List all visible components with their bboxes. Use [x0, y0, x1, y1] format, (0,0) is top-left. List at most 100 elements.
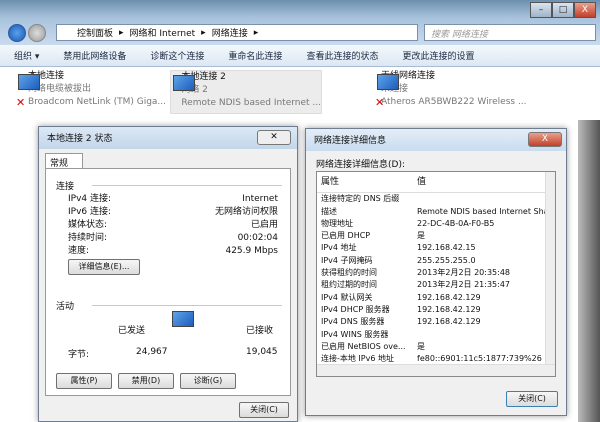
dialog-close-button[interactable]: X	[528, 132, 562, 147]
error-x-icon: ✕	[375, 96, 385, 109]
detail-row[interactable]: IPv4 WINS 服务器	[321, 329, 551, 341]
detail-value: 是	[417, 231, 425, 241]
detail-property: 租约过期的时间	[321, 280, 377, 290]
detail-property: IPv4 WINS 服务器	[321, 329, 389, 339]
detail-row[interactable]: IPv4 地址 192.168.42.15	[321, 242, 551, 254]
detail-row[interactable]: 物理地址 22-DC-4B-0A-F0-B5	[321, 218, 551, 230]
column-header-property[interactable]: 属性	[321, 176, 417, 188]
connection-device: Remote NDIS based Internet ...	[181, 98, 321, 108]
dialog-title: 网络连接详细信息	[306, 129, 566, 151]
network-icon	[18, 74, 40, 90]
connection-device: Atheros AR5BWB222 Wireless ...	[381, 97, 527, 107]
connection-status: 网络 2	[181, 85, 208, 95]
connection-item-selected[interactable]: 本地连接 2 网络 2 Remote NDIS based Internet ...	[170, 70, 322, 114]
network-icon	[173, 75, 195, 91]
connection-device: Broadcom NetLink (TM) Giga...	[27, 97, 166, 107]
close-dialog-button[interactable]: 关闭(C)	[506, 391, 558, 407]
back-icon[interactable]	[8, 24, 26, 42]
detail-row[interactable]: 已启用 NetBIOS ove... 是	[321, 341, 551, 353]
detail-row[interactable]: 连接特定的 DNS 后缀	[321, 193, 551, 205]
tab-panel: 连接 IPv4 连接: Internet IPv6 连接: 无网络访问权限 媒体状态…	[45, 168, 291, 396]
diagnose-button[interactable]: 诊断这个连接	[150, 49, 204, 62]
detail-row[interactable]: 已启用 DHCP 是	[321, 230, 551, 242]
connection-heading: 连接	[56, 182, 75, 192]
detail-row[interactable]: 获得租约的时间 2013年2月2日 20:35:48	[321, 267, 551, 279]
detail-row[interactable]: IPv4 DNS 服务器 192.168.42.129	[321, 316, 551, 328]
connection-item[interactable]: ✕ 无线网络连接未连接Atheros AR5BWB222 Wireless ..…	[375, 70, 527, 114]
connection-item[interactable]: ✕ 本地连接网络电缆被拔出 Broadcom NetLink (TM) Giga.…	[16, 70, 166, 114]
detail-value: Remote NDIS based Internet Sha	[417, 206, 549, 216]
connection-name: 本地连接 2	[181, 72, 226, 82]
detail-value: 22-DC-4B-0A-F0-B5	[417, 218, 495, 228]
detail-property: 连接特定的 DNS 后缀	[321, 194, 400, 204]
bytes-received: 19,045	[246, 347, 278, 357]
minimize-button[interactable]: –	[530, 2, 552, 18]
connection-name: 无线网络连接	[381, 71, 436, 81]
view-status-button[interactable]: 查看此连接的状态	[306, 49, 378, 62]
detail-row[interactable]: IPv4 子网掩码 255.255.255.0	[321, 255, 551, 267]
details-label: 网络连接详细信息(D):	[316, 160, 405, 170]
vertical-scrollbar[interactable]	[545, 172, 555, 364]
organize-button[interactable]: 组织 ▾	[14, 49, 39, 62]
detail-value: 192.168.42.129	[417, 292, 481, 302]
detail-property: 已启用 DHCP	[321, 231, 371, 241]
detail-property: IPv4 地址	[321, 243, 357, 253]
search-input[interactable]: 搜索 网络连接	[424, 24, 596, 41]
close-button[interactable]: X	[574, 2, 596, 18]
network-activity-icon	[170, 311, 196, 335]
chevron-right-icon: ▸	[253, 27, 259, 38]
detail-property: 物理地址	[321, 218, 353, 228]
horizontal-scrollbar[interactable]	[317, 364, 555, 376]
detail-value: 是	[417, 341, 425, 351]
detail-value: 2013年2月2日 21:35:47	[417, 280, 511, 290]
dialog-close-button[interactable]: ✕	[257, 130, 291, 145]
connection-status: 未连接	[381, 83, 527, 96]
maximize-button[interactable]: □	[552, 2, 574, 18]
detail-row[interactable]: IPv4 默认网关 192.168.42.129	[321, 292, 551, 304]
detail-value: 2013年2月2日 20:35:48	[417, 268, 511, 278]
connection-name: 本地连接	[27, 71, 64, 81]
background-edge	[578, 120, 600, 422]
detail-property: IPv4 默认网关	[321, 292, 373, 302]
detail-row[interactable]: 租约过期的时间 2013年2月2日 21:35:47	[321, 279, 551, 291]
disable-device-button[interactable]: 禁用此网络设备	[63, 49, 126, 62]
detail-property: 获得租约的时间	[321, 268, 377, 278]
received-label: 已接收	[246, 326, 274, 336]
breadcrumb-item[interactable]: 控制面板	[77, 26, 113, 39]
change-settings-button[interactable]: 更改此连接的设置	[402, 49, 474, 62]
toolbar: 组织 ▾ 禁用此网络设备 诊断这个连接 重命名此连接 查看此连接的状态 更改此连…	[0, 45, 600, 67]
disable-button[interactable]: 禁用(D)	[118, 373, 174, 389]
column-header-value[interactable]: 值	[417, 176, 426, 188]
detail-property: 描述	[321, 206, 337, 216]
breadcrumb-item[interactable]: 网络和 Internet	[130, 26, 196, 39]
close-dialog-button[interactable]: 关闭(C)	[239, 402, 289, 418]
sent-label: 已发送	[118, 326, 146, 336]
bytes-label: 字节:	[68, 350, 90, 360]
forward-icon[interactable]	[28, 24, 46, 42]
details-dialog: 网络连接详细信息 X 网络连接详细信息(D): 属性值 连接特定的 DNS 后缀…	[305, 128, 567, 416]
breadcrumb-item[interactable]: 网络连接	[212, 26, 248, 39]
detail-property: IPv4 DHCP 服务器	[321, 304, 390, 314]
status-dialog: 本地连接 2 状态 ✕ 常规 连接 IPv4 连接: Internet IPv6 …	[38, 126, 298, 422]
details-button[interactable]: 详细信息(E)...	[68, 259, 140, 275]
detail-property: 已启用 NetBIOS ove...	[321, 341, 406, 351]
error-x-icon: ✕	[16, 96, 26, 109]
rename-button[interactable]: 重命名此连接	[228, 49, 282, 62]
detail-property: IPv4 DNS 服务器	[321, 317, 385, 327]
connection-info: IPv4 连接: Internet IPv6 连接: 无网络访问权限 媒体状态: 已启…	[68, 194, 278, 256]
details-list[interactable]: 属性值 连接特定的 DNS 后缀 描述 Remote NDIS based Inte…	[316, 171, 556, 377]
detail-property: IPv4 子网掩码	[321, 255, 373, 265]
bytes-sent: 24,967	[136, 347, 168, 357]
properties-button[interactable]: 属性(P)	[56, 373, 112, 389]
detail-value: 192.168.42.15	[417, 243, 476, 253]
tab-general[interactable]: 常规	[45, 153, 83, 169]
detail-value: 192.168.42.129	[417, 304, 481, 314]
detail-value: 192.168.42.129	[417, 317, 481, 327]
address-bar[interactable]: 控制面板 ▸ 网络和 Internet ▸ 网络连接 ▸	[56, 24, 418, 41]
connection-status: 网络电缆被拔出	[27, 84, 91, 94]
chevron-right-icon: ▸	[119, 27, 124, 38]
detail-row[interactable]: 描述 Remote NDIS based Internet Sha	[321, 206, 551, 218]
diagnose-button[interactable]: 诊断(G)	[180, 373, 236, 389]
detail-row[interactable]: IPv4 DHCP 服务器 192.168.42.129	[321, 304, 551, 316]
detail-value: 255.255.255.0	[417, 255, 476, 265]
